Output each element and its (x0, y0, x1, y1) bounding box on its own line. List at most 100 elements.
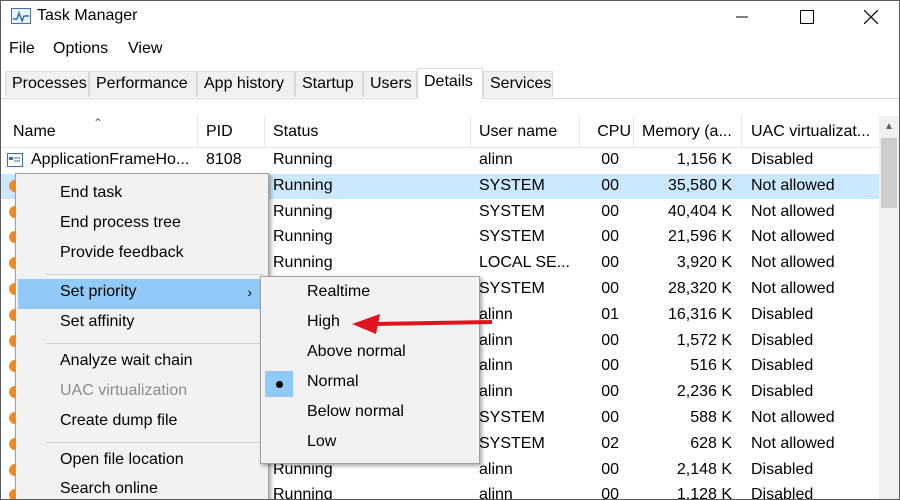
column-header-name[interactable]: Name (13, 123, 193, 141)
menu-item-uac-virtualization: UAC virtualization (60, 382, 188, 399)
cell-uac: Disabled (751, 305, 814, 323)
cell-cpu: 00 (601, 460, 619, 478)
column-header-status[interactable]: Status (273, 123, 463, 141)
minimize-icon (736, 16, 748, 18)
cell-uac: Not allowed (751, 176, 835, 194)
menu-view[interactable]: View (128, 40, 162, 58)
cell-uac: Not allowed (751, 202, 835, 220)
cell-user-name: alinn (479, 460, 513, 478)
column-header-cpu[interactable]: CPU (591, 123, 631, 141)
tab-startup[interactable]: Startup (295, 71, 363, 97)
task-manager-window: Task Manager File Options View Processes… (0, 0, 900, 500)
cell-user-name: SYSTEM (479, 434, 545, 452)
column-header-memory[interactable]: Memory (a... (642, 123, 736, 141)
menu-file[interactable]: File (9, 40, 35, 58)
vertical-scrollbar[interactable]: ▲ (879, 116, 899, 499)
cell-cpu: 00 (601, 486, 619, 500)
cell-cpu: 00 (601, 228, 619, 246)
close-icon (864, 10, 878, 24)
scroll-thumb[interactable] (881, 138, 897, 208)
cell-uac: Disabled (751, 486, 814, 500)
column-divider[interactable] (264, 116, 265, 147)
menu-item-analyze-wait-chain[interactable]: Analyze wait chain (18, 348, 266, 378)
tab-performance[interactable]: Performance (89, 71, 197, 97)
annotation-arrow-icon (352, 314, 493, 334)
cell-user-name: SYSTEM (479, 202, 545, 220)
cell-uac: Not allowed (751, 254, 835, 272)
tab-details[interactable]: Details (417, 68, 483, 99)
maximize-button[interactable] (784, 1, 830, 33)
priority-normal-label: Normal (307, 373, 359, 390)
process-icon (7, 153, 23, 167)
submenu-arrow-icon: › (247, 284, 252, 300)
menu-options[interactable]: Options (53, 40, 108, 58)
cell-user-name: SYSTEM (479, 280, 545, 297)
tab-services[interactable]: Services (483, 71, 553, 97)
cell-user-name: SYSTEM (479, 409, 545, 426)
menu-item-end-process-tree[interactable]: End process tree (18, 210, 266, 240)
cell-user-name: alinn (479, 383, 513, 401)
menu-item-set-priority[interactable]: Set priority › (18, 279, 266, 309)
maximize-icon (800, 10, 814, 24)
context-menu: End task End process tree Provide feedba… (15, 173, 269, 499)
cell-cpu: 00 (601, 151, 619, 168)
column-divider[interactable] (197, 116, 198, 147)
cell-cpu: 00 (601, 176, 619, 194)
cell-status: Running (273, 486, 333, 500)
menu-item-search-online[interactable]: Search online (18, 476, 266, 499)
column-divider[interactable] (470, 116, 471, 147)
menu-item-set-affinity[interactable]: Set affinity (18, 309, 266, 339)
priority-normal[interactable]: Normal (263, 369, 477, 399)
menu-item-provide-feedback[interactable]: Provide feedback (18, 240, 266, 270)
priority-below-normal[interactable]: Below normal (263, 399, 477, 429)
cell-memory: 2,236 K (676, 383, 732, 401)
close-button[interactable] (848, 1, 894, 33)
cell-memory: 21,596 K (667, 228, 732, 246)
priority-above-normal[interactable]: Above normal (263, 339, 477, 369)
cell-memory: 2,148 K (676, 460, 732, 478)
cell-cpu: 00 (601, 254, 619, 272)
cell-user-name: alinn (479, 486, 513, 500)
cell-cpu: 01 (601, 305, 619, 323)
cell-name: ApplicationFrameHo... (31, 151, 190, 168)
cell-cpu: 00 (601, 383, 619, 401)
column-divider[interactable] (579, 116, 580, 147)
cell-memory: 28,320 K (667, 280, 732, 297)
title-bar[interactable]: Task Manager (1, 1, 899, 33)
table-row[interactable]: ApplicationFrameHo... 8108 Running alinn 00 1… (1, 148, 879, 173)
column-divider[interactable] (741, 116, 742, 147)
cell-status: Running (273, 228, 333, 246)
tab-processes[interactable]: Processes (5, 71, 89, 97)
minimize-button[interactable] (719, 1, 765, 33)
cell-uac: Disabled (751, 357, 814, 375)
priority-submenu: Realtime High Above normal Normal Below … (260, 276, 480, 464)
priority-realtime[interactable]: Realtime (263, 279, 477, 309)
column-header-uac-virtualization[interactable]: UAC virtualizat... (751, 123, 877, 141)
menu-item-end-task[interactable]: End task (18, 180, 266, 210)
table-header: ⌃ Name PID Status User name CPU Memory (… (1, 116, 879, 148)
scroll-up-icon[interactable]: ▲ (879, 116, 899, 136)
priority-low[interactable]: Low (263, 429, 477, 459)
tab-users[interactable]: Users (363, 71, 417, 97)
menu-item-open-file-location[interactable]: Open file location (18, 447, 266, 477)
task-manager-icon (11, 8, 31, 24)
cell-cpu: 00 (601, 331, 619, 349)
cell-user-name: alinn (479, 357, 513, 375)
cell-user-name: LOCAL SE... (479, 254, 570, 272)
cell-memory: 16,316 K (667, 305, 732, 323)
window-title: Task Manager (37, 7, 138, 24)
column-header-pid[interactable]: PID (206, 123, 261, 141)
menu-separator (46, 274, 264, 275)
column-header-user-name[interactable]: User name (479, 123, 574, 141)
cell-memory: 3,920 K (676, 254, 732, 272)
cell-memory: 628 K (690, 434, 732, 452)
tab-app-history[interactable]: App history (197, 71, 295, 97)
cell-uac: Disabled (751, 331, 814, 349)
cell-uac: Disabled (751, 383, 814, 401)
menu-item-create-dump-file[interactable]: Create dump file (18, 408, 266, 438)
cell-status: Running (273, 151, 333, 168)
column-divider[interactable] (633, 116, 634, 147)
cell-memory: 35,580 K (667, 176, 732, 194)
cell-status: Running (273, 202, 333, 220)
cell-memory: 1,128 K (676, 486, 732, 500)
